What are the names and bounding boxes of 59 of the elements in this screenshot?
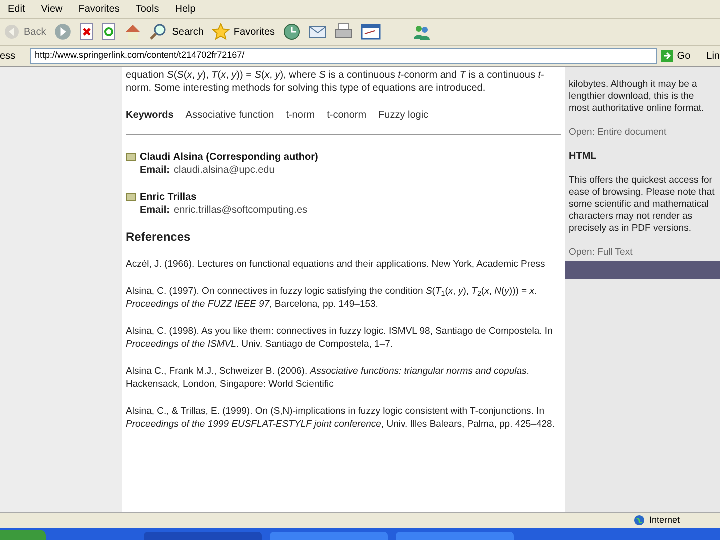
email-label: Email:	[140, 164, 170, 177]
star-icon	[212, 23, 230, 41]
menu-item[interactable]: View	[41, 2, 63, 16]
open-link[interactable]: Open: Full Text	[569, 247, 716, 259]
menu-item[interactable]: Favorites	[78, 2, 120, 16]
email-link[interactable]: enric.trillas@softcomputing.es	[174, 204, 308, 217]
address-field[interactable]: http://www.springerlink.com/content/t214702fr72167/	[30, 48, 658, 64]
search-icon	[150, 23, 168, 41]
print-button[interactable]	[335, 23, 354, 41]
menu-item[interactable]: Edit	[8, 2, 26, 16]
start-button[interactable]	[0, 530, 46, 540]
favorites-button[interactable]: Favorites	[212, 23, 276, 41]
edit-button[interactable]	[361, 24, 382, 40]
reference-entry: Alsina, C., & Trillas, E. (1999). On (S,N)-implications in fuzzy logic consistent with T-conjunctions. In Proceedings of the 1999 EUSFLAT-ESTYLF joint conference, Univ. Illes Balears, Palma, pp. 425–428.	[126, 405, 556, 431]
links-button[interactable]: Lin	[706, 48, 720, 64]
home-button[interactable]	[124, 23, 142, 41]
sidebar-text: This offers the quickest access for ease of browsing. Please note that some scientific and mathematical characters may not render as precisely as in PDF versions.	[569, 175, 716, 235]
email-link[interactable]: claudi.alsina@upc.edu	[174, 164, 275, 177]
stop-button[interactable]	[80, 23, 94, 41]
edit-icon	[361, 24, 382, 40]
messenger-button[interactable]	[413, 23, 432, 41]
globe-icon	[634, 515, 646, 526]
home-icon	[124, 23, 142, 41]
messenger-icon	[413, 23, 432, 41]
forward-button[interactable]	[54, 23, 72, 41]
email-label: Email:	[140, 204, 170, 217]
abstract-text: equation S(S(x, y), T(x, y)) = S(x, y), where S is a continuous t-conorm and T is a continuous t-norm. Some interesting methods for solving this type of equations are introduced.	[126, 69, 546, 95]
reference-entry: Aczél, J. (1966). Lectures on functional equations and their applications. New York, Academic Press	[126, 258, 546, 271]
search-button[interactable]: Search	[150, 23, 204, 41]
envelope-icon	[126, 193, 136, 201]
envelope-icon	[126, 153, 136, 161]
history-button[interactable]	[283, 23, 302, 41]
refresh-button[interactable]	[102, 23, 116, 41]
go-arrow-icon	[661, 50, 674, 62]
mail-icon	[309, 24, 328, 40]
open-link[interactable]: Open: Entire document	[569, 127, 716, 139]
menu-item[interactable]: Tools	[136, 2, 160, 16]
author-name: Claudi Alsina (Corresponding author)	[140, 151, 318, 164]
author-name: Enric Trillas	[140, 191, 198, 204]
keyword-link[interactable]: t-norm	[286, 109, 316, 122]
history-icon	[283, 23, 302, 41]
keyword-link[interactable]: t-conorm	[327, 109, 367, 122]
address-label: ess	[0, 50, 17, 64]
keyword-link[interactable]: Associative function	[186, 109, 274, 122]
keywords-label: Keywords	[126, 109, 174, 122]
reference-entry: Alsina, C. (1998). As you like them: connectives in fuzzy logic. ISMVL 98, Santiago de Compostela. In Proceedings of the ISMVL. Univ. Santiago de Compostela, 1–7.	[126, 325, 554, 351]
mail-button[interactable]	[309, 24, 328, 40]
menu-item[interactable]: Help	[175, 2, 196, 16]
sidebar-heading: HTML	[569, 151, 598, 163]
keyword-link[interactable]: Fuzzy logic	[378, 109, 429, 122]
zone-label: Internet	[649, 514, 680, 527]
references-heading: References	[126, 231, 192, 244]
print-icon	[335, 23, 354, 41]
go-button[interactable]: Go	[661, 48, 691, 64]
reference-entry: Alsina, C. (1997). On connectives in fuzzy logic satisfying the condition S(T$_{1}$(x, y), T$_{2}$(x, N(y))) = x. Proceedings of the FUZZ IEEE 97, Barcelona, pp. 149–153.	[126, 285, 538, 311]
sidebar-text: kilobytes. Although it may be a lengthier download, this is the most authoritative online format.	[569, 79, 706, 115]
refresh-icon	[102, 23, 116, 41]
stop-icon	[80, 23, 94, 41]
reference-entry: Alsina C., Frank M.J., Schweizer B. (2006). Associative functions: triangular norms and copulas. Hackensack, London, Singapore: World Scientific	[126, 365, 530, 391]
